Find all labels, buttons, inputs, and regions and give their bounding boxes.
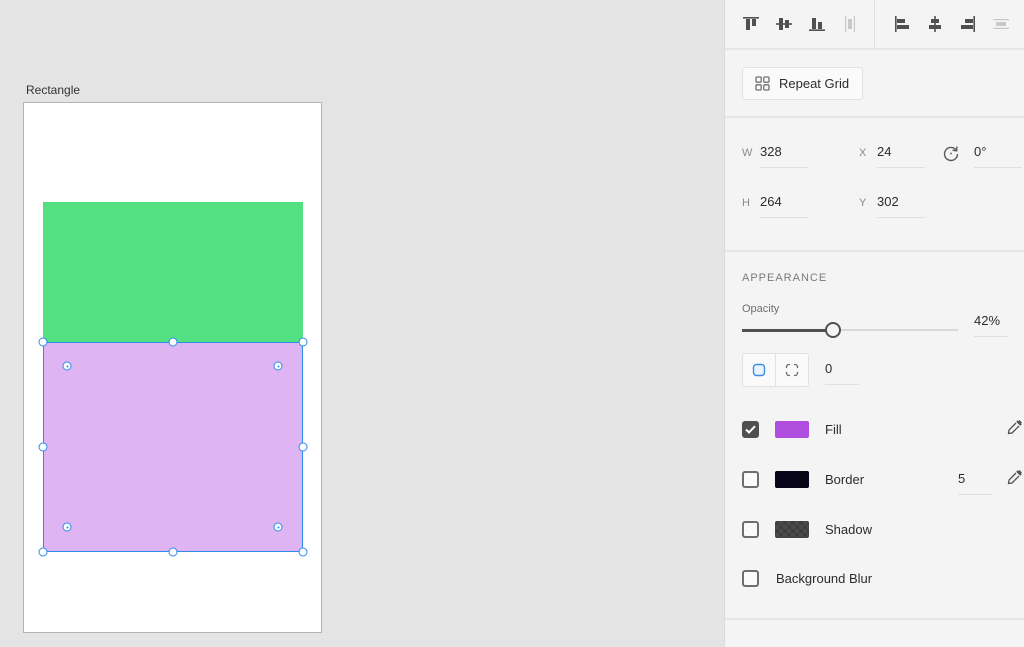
resize-handle-top-right[interactable] <box>298 337 308 347</box>
x-label: X <box>859 147 867 159</box>
resize-handle-top[interactable] <box>168 337 178 347</box>
border-checkbox[interactable] <box>742 470 759 488</box>
border-label: Border <box>825 471 865 487</box>
appearance-section: APPEARANCE Opacity 42% 0 Fill Border 5 S… <box>725 252 1024 620</box>
appearance-title: APPEARANCE <box>742 272 828 284</box>
repeat-grid-button[interactable]: Repeat Grid <box>742 67 864 100</box>
shadow-label: Shadow <box>825 521 872 537</box>
distribute-vertical-icon <box>838 12 862 36</box>
grid-icon <box>755 76 770 91</box>
opacity-label: Opacity <box>742 303 780 315</box>
eyedropper-icon[interactable] <box>1006 418 1024 441</box>
background-blur-row: Background Blur <box>742 568 1024 588</box>
eyedropper-icon[interactable] <box>1006 468 1024 491</box>
align-left-icon[interactable] <box>890 12 914 36</box>
height-field[interactable]: H 264 <box>742 194 808 218</box>
width-label: W <box>742 147 753 159</box>
y-input[interactable]: 302 <box>877 194 925 218</box>
border-color-swatch[interactable] <box>775 470 809 488</box>
x-input[interactable]: 24 <box>877 144 925 168</box>
corner-radius-input[interactable]: 0 <box>825 361 859 385</box>
fill-color-swatch[interactable] <box>775 420 809 438</box>
rotation-input[interactable]: 0° <box>974 144 1022 168</box>
opacity-slider-fill <box>742 328 833 332</box>
fill-label: Fill <box>825 421 842 437</box>
resize-handle-bottom[interactable] <box>168 547 178 557</box>
artboard-label[interactable]: Rectangle <box>26 83 80 97</box>
fill-row: Fill <box>742 419 1024 439</box>
corner-mode-toggle <box>742 353 809 387</box>
distribute-horizontal-icon <box>989 12 1013 36</box>
background-blur-label: Background Blur <box>776 570 873 586</box>
align-right-icon[interactable] <box>956 12 980 36</box>
align-bottom-icon[interactable] <box>805 12 829 36</box>
resize-handle-bottom-left[interactable] <box>38 547 48 557</box>
design-canvas[interactable]: Rectangle <box>0 0 724 647</box>
rotation-field[interactable]: 0° <box>974 144 1022 168</box>
opacity-input[interactable]: 42% <box>974 313 1008 337</box>
align-top-icon[interactable] <box>739 12 763 36</box>
uniform-corners-icon[interactable] <box>743 354 775 386</box>
repeat-grid-section: Repeat Grid <box>725 50 1024 118</box>
width-input[interactable]: 328 <box>760 144 808 168</box>
border-size-input[interactable]: 5 <box>958 471 992 495</box>
y-label: Y <box>859 197 867 209</box>
height-label: H <box>742 197 750 209</box>
opacity-slider-thumb[interactable] <box>824 322 841 338</box>
corner-radius-handle[interactable] <box>62 361 72 371</box>
shadow-checkbox[interactable] <box>742 520 759 538</box>
property-inspector: Repeat Grid W 328 X 24 0° H 264 Y 302 AP… <box>724 0 1024 647</box>
resize-handle-right[interactable] <box>298 442 308 452</box>
green-rectangle[interactable] <box>43 202 303 342</box>
opacity-slider[interactable] <box>742 322 958 338</box>
border-row: Border 5 <box>742 468 1024 495</box>
background-blur-checkbox[interactable] <box>742 569 759 587</box>
shadow-row: Shadow <box>742 519 1024 539</box>
shadow-color-swatch[interactable] <box>775 520 809 538</box>
resize-handle-left[interactable] <box>38 442 48 452</box>
rotate-icon <box>942 144 960 167</box>
per-corner-icon[interactable] <box>775 354 808 386</box>
alignment-toolbar <box>725 0 1024 50</box>
selection-box <box>43 342 303 552</box>
height-input[interactable]: 264 <box>760 194 808 218</box>
corner-radius-handle[interactable] <box>273 522 283 532</box>
fill-checkbox[interactable] <box>742 420 759 438</box>
align-middle-icon[interactable] <box>772 12 796 36</box>
repeat-grid-label: Repeat Grid <box>779 76 850 91</box>
corner-radius-handle[interactable] <box>62 522 72 532</box>
align-center-icon[interactable] <box>923 12 947 36</box>
y-field[interactable]: Y 302 <box>859 194 925 218</box>
x-field[interactable]: X 24 <box>859 144 925 168</box>
corner-radius-handle[interactable] <box>273 361 283 371</box>
resize-handle-top-left[interactable] <box>38 337 48 347</box>
geometry-section: W 328 X 24 0° H 264 Y 302 <box>725 118 1024 252</box>
width-field[interactable]: W 328 <box>742 144 808 168</box>
resize-handle-bottom-right[interactable] <box>298 547 308 557</box>
